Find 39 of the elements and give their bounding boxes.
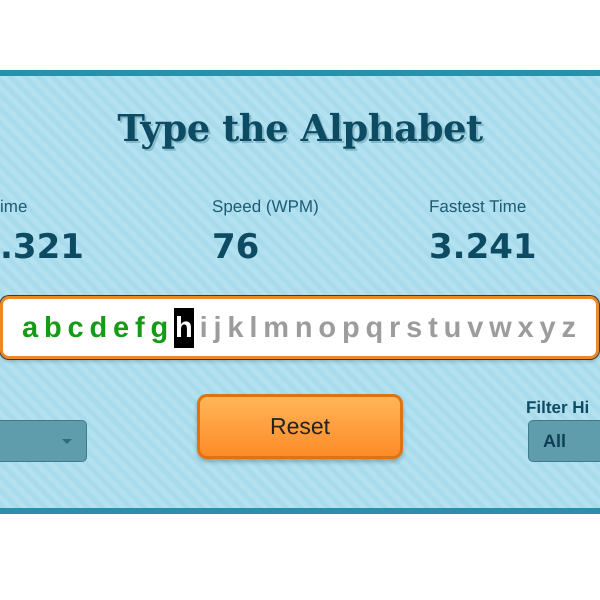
letter: q	[366, 310, 384, 344]
letter: n	[294, 310, 313, 344]
letter: o	[318, 310, 336, 344]
letter: t	[428, 310, 438, 344]
reset-button[interactable]: Reset	[197, 394, 403, 459]
letter: g	[150, 310, 168, 344]
typing-field[interactable]: a b c d e f g h i j k l m n o p q r s t u v w x y z	[0, 296, 599, 359]
letter: b	[44, 310, 62, 344]
letter: c	[68, 310, 84, 344]
dropdown-field[interactable]	[0, 420, 87, 462]
letter: a	[22, 310, 38, 344]
letter: m	[263, 310, 290, 344]
letter: v	[467, 310, 484, 344]
stat-label: Speed (WPM)	[212, 197, 319, 217]
letter: r	[389, 310, 400, 344]
letter: i	[200, 310, 208, 344]
letter: z	[561, 310, 576, 344]
letter: u	[444, 310, 462, 344]
caret-icon	[62, 438, 72, 444]
letter: f	[135, 310, 145, 344]
letter: e	[113, 310, 130, 344]
letter: y	[540, 310, 556, 344]
filter-label: Filter Hi	[526, 398, 590, 418]
letter: p	[342, 310, 360, 344]
filter-dropdown[interactable]: All	[528, 420, 600, 462]
stat-value: .321	[0, 227, 84, 267]
letter: w	[489, 310, 512, 344]
letter: d	[89, 310, 108, 344]
letter: l	[249, 310, 258, 344]
letter: k	[227, 310, 244, 344]
stat-label: Fastest Time	[429, 197, 526, 217]
letter: x	[518, 310, 534, 344]
stat-value: 76	[212, 227, 260, 267]
stat-value: 3.241	[429, 227, 537, 267]
letter: s	[406, 310, 422, 344]
page-title: Type the Alphabet	[117, 105, 483, 152]
stat-label: ime	[0, 197, 28, 217]
letter: h	[174, 308, 194, 348]
letter: j	[213, 310, 222, 344]
